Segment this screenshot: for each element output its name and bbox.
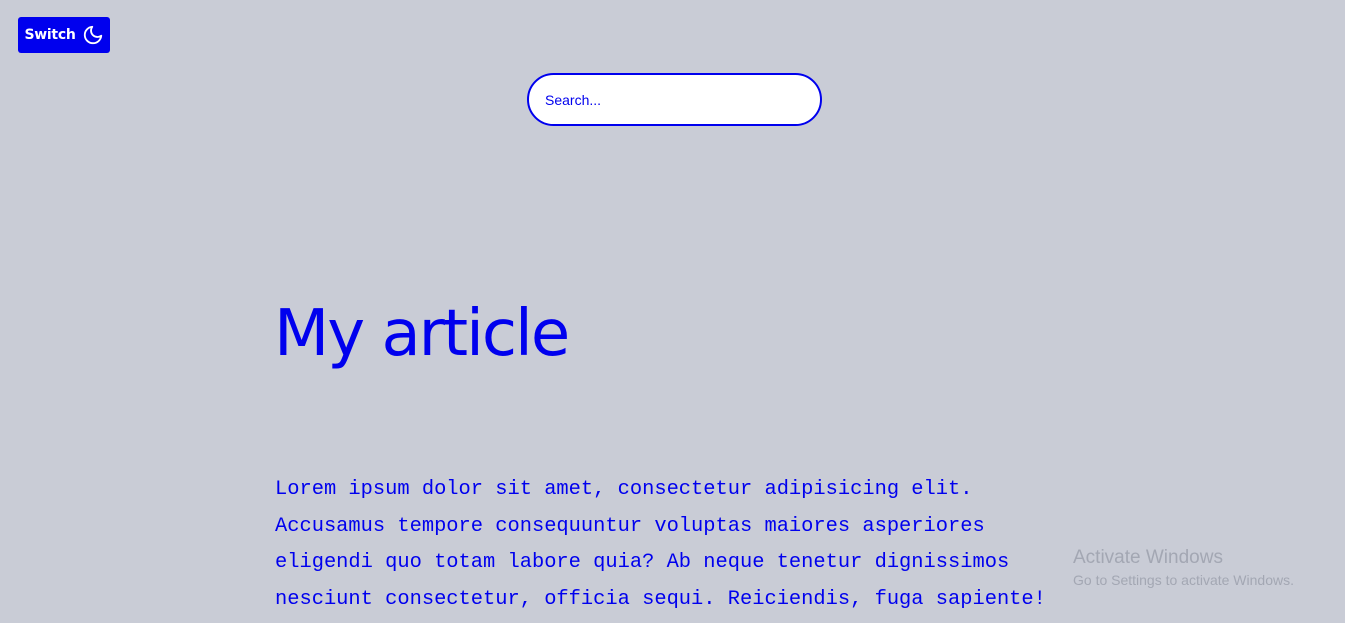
theme-switch-button[interactable]: Switch <box>18 17 110 53</box>
activate-windows-watermark: Activate Windows Go to Settings to activ… <box>1073 547 1294 591</box>
watermark-title: Activate Windows <box>1073 547 1223 568</box>
switch-button-label: Switch <box>24 27 76 43</box>
article-body: Lorem ipsum dolor sit amet, consectetur … <box>275 478 1046 611</box>
article-title: My article <box>274 297 570 371</box>
search-input[interactable] <box>527 73 822 126</box>
search-container <box>527 73 822 126</box>
watermark-subtitle: Go to Settings to activate Windows. <box>1073 572 1294 588</box>
moon-icon <box>82 24 104 46</box>
